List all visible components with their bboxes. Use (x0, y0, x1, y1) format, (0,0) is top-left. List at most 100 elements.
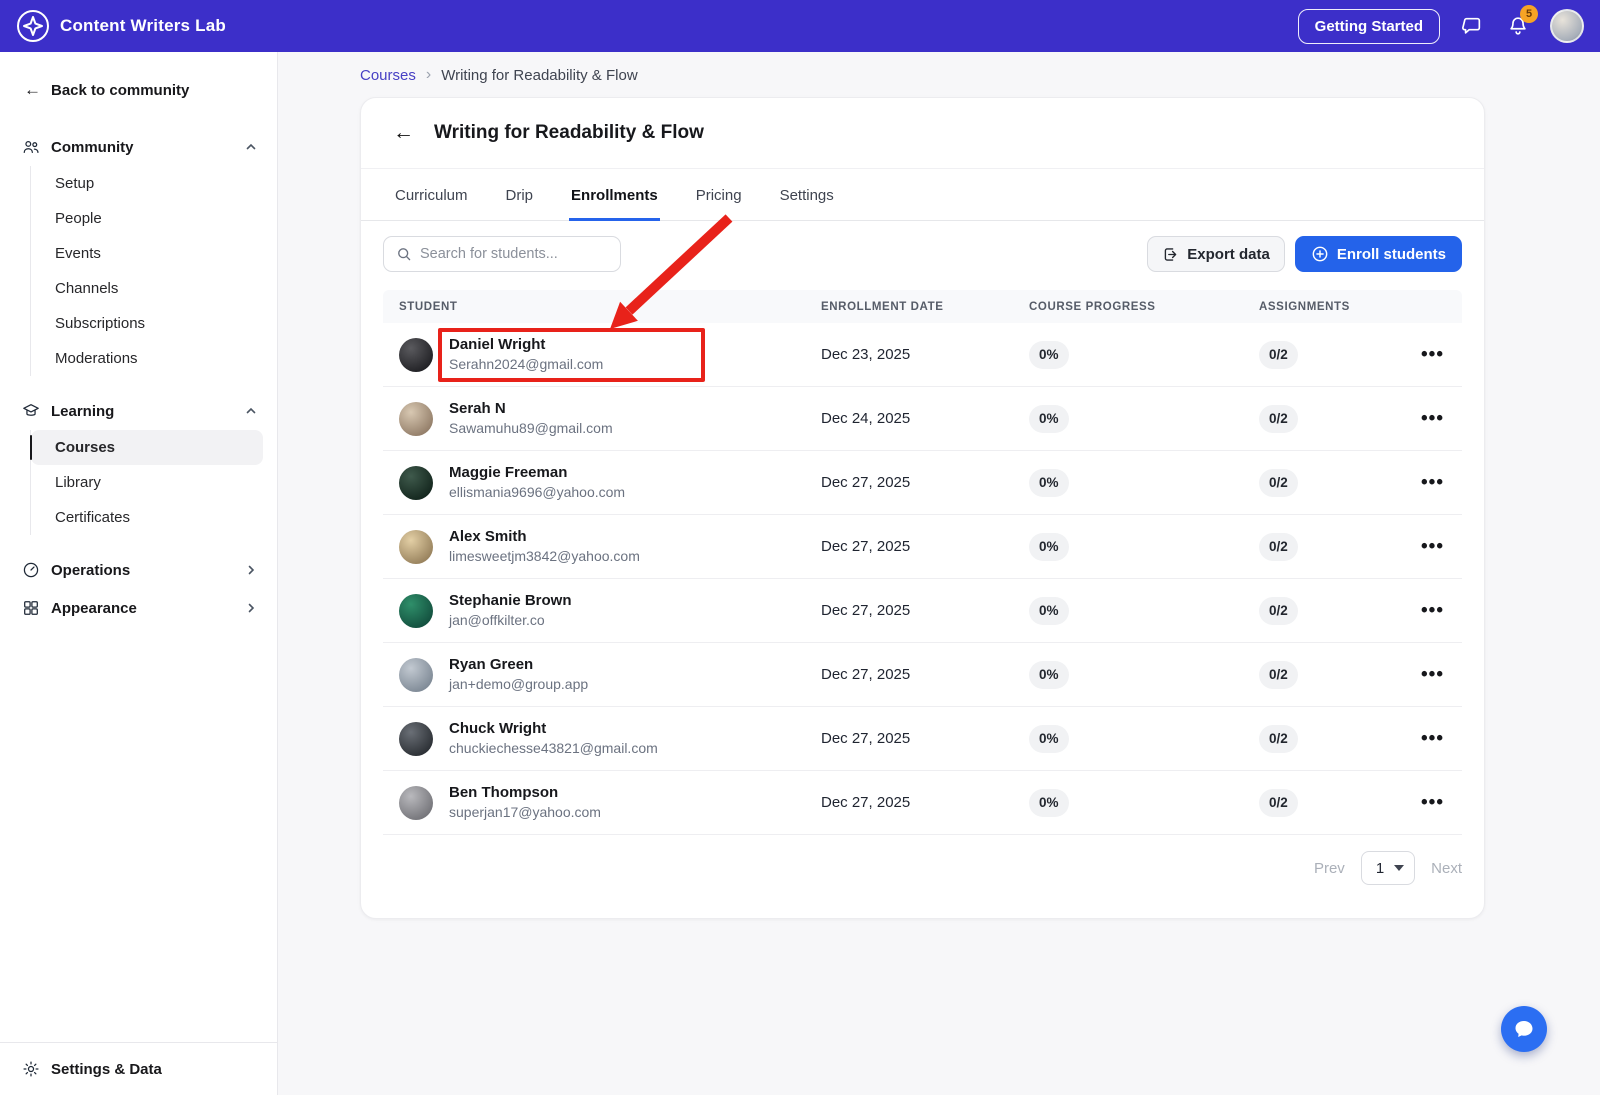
table-row[interactable]: Stephanie Brown jan@offkilter.co Dec 27,… (383, 579, 1462, 643)
student-name: Daniel Wright (449, 336, 603, 355)
student-name: Alex Smith (449, 528, 640, 547)
export-data-button[interactable]: Export data (1147, 236, 1285, 272)
assignments-badge: 0/2 (1259, 405, 1298, 433)
sidebar-item-people[interactable]: People (31, 201, 263, 236)
operations-icon (22, 561, 40, 579)
table-row[interactable]: Ben Thompson superjan17@yahoo.com Dec 27… (383, 771, 1462, 835)
student-email: limesweetjm3842@yahoo.com (449, 547, 640, 565)
prev-page-button[interactable]: Prev (1314, 860, 1345, 877)
course-title-row: ← Writing for Readability & Flow (361, 98, 1484, 169)
learning-label: Learning (51, 403, 114, 420)
assignments-badge: 0/2 (1259, 469, 1298, 497)
sidebar-item-courses[interactable]: Courses (31, 430, 263, 465)
notifications-bell-icon[interactable]: 5 (1504, 12, 1532, 40)
chevron-up-icon (245, 141, 257, 153)
student-email: jan@offkilter.co (449, 611, 572, 629)
row-menu-button[interactable]: ••• (1421, 670, 1444, 680)
messages-icon[interactable] (1458, 12, 1486, 40)
enrollment-date: Dec 27, 2025 (821, 730, 1029, 747)
enrollment-date: Dec 27, 2025 (821, 666, 1029, 683)
sidebar-item-certificates[interactable]: Certificates (31, 500, 263, 535)
tab-curriculum[interactable]: Curriculum (393, 169, 470, 221)
course-tabs: Curriculum Drip Enrollments Pricing Sett… (361, 169, 1484, 221)
next-page-button[interactable]: Next (1431, 860, 1462, 877)
col-header-course-progress: COURSE PROGRESS (1029, 301, 1259, 313)
enroll-students-label: Enroll students (1337, 246, 1446, 263)
enroll-students-button[interactable]: Enroll students (1295, 236, 1462, 272)
table-header: STUDENT ENROLLMENT DATE COURSE PROGRESS … (383, 290, 1462, 323)
table-row[interactable]: Daniel Wright Serahn2024@gmail.com Dec 2… (383, 323, 1462, 387)
table-row[interactable]: Ryan Green jan+demo@group.app Dec 27, 20… (383, 643, 1462, 707)
row-menu-button[interactable]: ••• (1421, 734, 1444, 744)
settings-and-data-label: Settings & Data (51, 1061, 162, 1078)
assignments-badge: 0/2 (1259, 725, 1298, 753)
back-arrow-icon[interactable]: ← (393, 121, 414, 145)
sidebar-item-events[interactable]: Events (31, 236, 263, 271)
tab-settings[interactable]: Settings (778, 169, 836, 221)
search-box[interactable] (383, 236, 621, 272)
user-avatar[interactable] (1550, 9, 1584, 43)
progress-badge: 0% (1029, 469, 1069, 497)
getting-started-button[interactable]: Getting Started (1298, 9, 1440, 44)
row-menu-button[interactable]: ••• (1421, 542, 1444, 552)
student-email: jan+demo@group.app (449, 675, 588, 693)
sidebar-item-subscriptions[interactable]: Subscriptions (31, 306, 263, 341)
sidebar-item-moderations[interactable]: Moderations (31, 341, 263, 376)
sidebar-section-appearance[interactable]: Appearance (0, 589, 277, 627)
table-row[interactable]: Maggie Freeman ellismania9696@yahoo.com … (383, 451, 1462, 515)
breadcrumb-courses-link[interactable]: Courses (360, 67, 416, 84)
enrollment-date: Dec 27, 2025 (821, 794, 1029, 811)
progress-badge: 0% (1029, 405, 1069, 433)
brand-logo-icon (16, 9, 50, 43)
appearance-icon (22, 599, 40, 617)
avatar (399, 786, 433, 820)
sidebar-section-community[interactable]: Community (0, 128, 277, 166)
course-title: Writing for Readability & Flow (434, 122, 704, 144)
col-header-enrollment-date: ENROLLMENT DATE (821, 301, 1029, 313)
table-row[interactable]: Serah N Sawamuhu89@gmail.com Dec 24, 202… (383, 387, 1462, 451)
breadcrumb-separator-icon: › (426, 66, 431, 84)
support-chat-button[interactable] (1501, 1006, 1547, 1052)
sidebar-item-setup[interactable]: Setup (31, 166, 263, 201)
sidebar-section-learning[interactable]: Learning (0, 392, 277, 430)
brand-logo-group[interactable]: Content Writers Lab (16, 9, 226, 43)
settings-and-data-link[interactable]: Settings & Data (0, 1042, 277, 1095)
tab-enrollments[interactable]: Enrollments (569, 169, 660, 221)
tab-pricing[interactable]: Pricing (694, 169, 744, 221)
notification-badge: 5 (1520, 5, 1538, 23)
row-menu-button[interactable]: ••• (1421, 606, 1444, 616)
page-select[interactable]: 1 (1361, 851, 1415, 885)
col-header-assignments: ASSIGNMENTS (1259, 301, 1409, 313)
sidebar-item-library[interactable]: Library (31, 465, 263, 500)
row-menu-button[interactable]: ••• (1421, 798, 1444, 808)
row-menu-button[interactable]: ••• (1421, 414, 1444, 424)
progress-badge: 0% (1029, 789, 1069, 817)
back-to-community-link[interactable]: ← Back to community (0, 74, 277, 106)
row-menu-button[interactable]: ••• (1421, 478, 1444, 488)
sidebar-item-channels[interactable]: Channels (31, 271, 263, 306)
pagination: Prev 1 Next (383, 851, 1462, 885)
avatar (399, 466, 433, 500)
progress-badge: 0% (1029, 533, 1069, 561)
table-row[interactable]: Alex Smith limesweetjm3842@yahoo.com Dec… (383, 515, 1462, 579)
progress-badge: 0% (1029, 341, 1069, 369)
table-row[interactable]: Chuck Wright chuckiechesse43821@gmail.co… (383, 707, 1462, 771)
export-icon (1162, 246, 1179, 263)
sidebar-section-operations[interactable]: Operations (0, 551, 277, 589)
avatar (399, 658, 433, 692)
learning-items: Courses Library Certificates (30, 430, 263, 535)
assignments-badge: 0/2 (1259, 341, 1298, 369)
main-content: Courses › Writing for Readability & Flow… (278, 52, 1600, 1095)
tab-drip[interactable]: Drip (504, 169, 536, 221)
export-data-label: Export data (1187, 246, 1270, 263)
chevron-up-icon (245, 405, 257, 417)
student-email: ellismania9696@yahoo.com (449, 483, 625, 501)
enrollments-toolbar: Export data Enroll students (383, 235, 1462, 273)
row-menu-button[interactable]: ••• (1421, 350, 1444, 360)
col-header-student: STUDENT (383, 301, 821, 313)
student-name: Chuck Wright (449, 720, 658, 739)
learning-icon (22, 402, 40, 420)
enrollment-date: Dec 27, 2025 (821, 602, 1029, 619)
community-items: Setup People Events Channels Subscriptio… (30, 166, 263, 376)
search-input[interactable] (420, 246, 608, 262)
